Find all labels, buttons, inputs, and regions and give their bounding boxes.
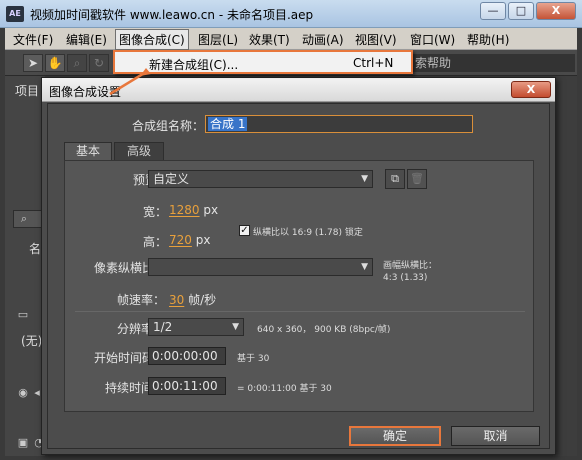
ok-button[interactable]: 确定 [349,426,441,446]
frame-aspect-label: 画幅纵横比： [383,261,438,271]
hand-tool-icon[interactable]: ✋ [45,54,65,72]
basic-settings-panel: 预置： 自定义 ▼ ⧉ 🗑 宽： 1280 px ✓ 纵横比以 16:9 (1.… [64,160,534,412]
menu-help[interactable]: 帮助(H) [467,31,509,48]
project-panel-label: 项目 [15,84,40,98]
minimize-button[interactable]: — [480,2,506,20]
chevron-down-icon: ▼ [361,262,368,272]
panel-icon: ▭ [17,308,29,321]
width-label: 宽： [143,205,168,219]
lock-aspect-checkbox[interactable]: ✓ [239,225,250,236]
height-unit: px [195,233,211,247]
duration-note: = 0:00:11:00 基于 30 [237,384,332,394]
delete-preset-icon[interactable]: 🗑 [407,169,427,189]
chevron-down-icon: ▼ [361,174,368,184]
height-field[interactable]: 720 px [169,233,210,247]
maximize-button[interactable]: □ [508,2,534,20]
dialog-close-button[interactable]: X [511,81,551,98]
new-composition-item[interactable]: 新建合成组(C)... [149,56,238,73]
right-panel [553,76,577,456]
flowchart-icon[interactable]: ▣ [15,436,31,450]
window-title: 视频加时间戳软件 www.leawo.cn - 未命名项目.aep [30,8,314,22]
section-divider [75,311,525,312]
none-label: (无) [21,334,43,348]
duration-input[interactable]: 0:00:11:00 [148,377,226,395]
preset-select[interactable]: 自定义 ▼ [148,170,373,188]
resolution-select[interactable]: 1/2 ▼ [148,318,244,336]
menu-layer[interactable]: 图层(L) [198,31,238,48]
width-value[interactable]: 1280 [169,203,200,217]
app-icon: AE [6,6,24,22]
window-title-bar: AE 视频加时间戳软件 www.leawo.cn - 未命名项目.aep — □… [0,0,582,28]
width-unit: px [203,203,219,217]
close-window-button[interactable]: X [536,2,576,20]
lock-aspect-label: 纵横比以 16:9 (1.78) 锁定 [253,228,363,238]
composition-menu-dropdown: 新建合成组(C)... Ctrl+N [113,50,413,74]
tab-advanced[interactable]: 高级 [114,142,164,160]
pixel-aspect-select[interactable]: ▼ [148,258,373,276]
comp-name-value: 合成 1 [208,117,248,131]
height-value[interactable]: 720 [169,233,192,247]
project-column-name: 名 [29,242,42,256]
chevron-down-icon: ▼ [232,322,239,332]
dialog-title: 图像合成设置 [49,85,122,99]
frame-rate-unit: 帧/秒 [188,293,217,307]
window-controls: — □ X [478,2,576,20]
start-timecode-note: 基于 30 [237,354,270,364]
preset-value: 自定义 [153,172,190,186]
search-icon: ⌕ [20,212,28,225]
resolution-info: 640 x 360， 900 KB (8bpc/帧) [257,325,391,335]
menu-bar: 文件(F) 编辑(E) 图像合成(C) 图层(L) 效果(T) 动画(A) 视图… [5,28,577,50]
save-preset-icon[interactable]: ⧉ [385,169,405,189]
frame-aspect-value: 4:3 (1.33) [383,273,428,283]
zoom-tool-icon[interactable]: ⌕ [67,54,87,72]
start-timecode-input[interactable]: 0:00:00:00 [148,347,226,365]
comp-name-input[interactable]: 合成 1 [205,115,473,133]
tab-basic[interactable]: 基本 [64,142,112,160]
frame-rate-value[interactable]: 30 [169,293,184,307]
resolution-value: 1/2 [153,320,173,334]
menu-window[interactable]: 窗口(W) [410,31,455,48]
menu-animation[interactable]: 动画(A) [302,31,344,48]
menu-view[interactable]: 视图(V) [355,31,397,48]
menu-effect[interactable]: 效果(T) [249,31,290,48]
height-label: 高： [143,235,168,249]
frame-rate-label: 帧速率： [117,293,166,307]
menu-file[interactable]: 文件(F) [13,31,53,48]
comp-name-label: 合成组名称： [132,119,205,133]
project-panel: 项目 ⌕ 名 ▭ (无) ◉ ◂ ▣ ◔ [5,76,45,456]
search-help-field[interactable]: 索帮助 [405,54,575,72]
menu-edit[interactable]: 编辑(E) [66,31,107,48]
selection-tool-icon[interactable]: ➤ [23,54,43,72]
composition-settings-dialog: 图像合成设置 X 合成组名称： 合成 1 基本 高级 预置： 自定义 ▼ ⧉ 🗑… [41,77,556,455]
menu-composition[interactable]: 图像合成(C) [115,29,189,50]
rotate-tool-icon[interactable]: ↻ [89,54,109,72]
new-composition-shortcut: Ctrl+N [353,56,394,70]
cancel-button[interactable]: 取消 [451,426,540,446]
frame-rate-field[interactable]: 30 帧/秒 [169,291,216,308]
dialog-title-bar: 图像合成设置 X [42,78,555,102]
width-field[interactable]: 1280 px [169,203,218,217]
